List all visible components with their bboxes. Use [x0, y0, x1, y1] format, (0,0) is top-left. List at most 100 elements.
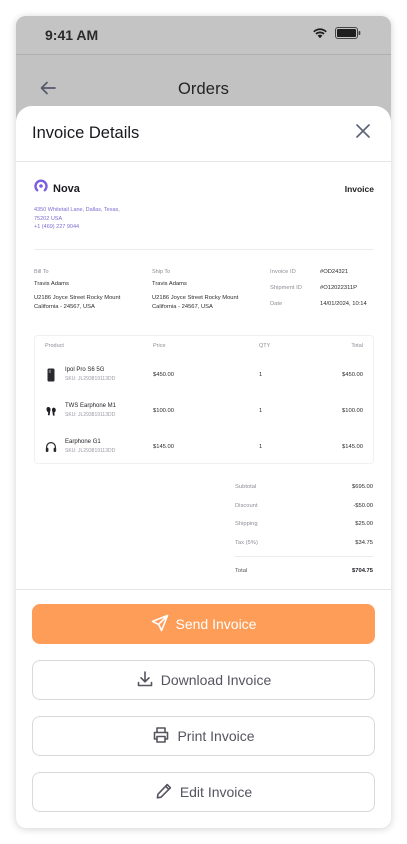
pencil-icon — [155, 782, 173, 803]
shipping-label: Shipping — [235, 521, 258, 528]
shipment-id-label: Shipment ID — [270, 284, 302, 291]
status-icons — [312, 26, 361, 44]
product-qty: 1 — [259, 371, 263, 378]
column-header-total: Total — [351, 343, 363, 349]
wifi-icon — [312, 26, 328, 44]
product-qty: 1 — [259, 443, 263, 450]
ship-to-address-line: California - 24567, USA — [152, 303, 213, 310]
phone-icon — [45, 368, 57, 382]
company-address: 4350 Whitetail Lane, Dallas, Texas, 7520… — [34, 206, 374, 232]
invoice-brand-row: Nova Invoice — [34, 179, 374, 198]
back-button[interactable] — [38, 80, 58, 100]
brand-name: Nova — [53, 182, 80, 195]
print-invoice-button[interactable]: Print Invoice — [32, 716, 375, 756]
column-header-price: Price — [153, 343, 166, 349]
send-invoice-label: Send Invoice — [175, 616, 257, 632]
date-row: Date 14/01/2024, 10:14 — [270, 301, 374, 307]
column-header-product: Product — [45, 343, 64, 349]
subtotal-value: $695.00 — [352, 484, 373, 491]
address-line: 4350 Whitetail Lane, Dallas, Texas, — [34, 207, 120, 213]
ship-to-address-line: U2186 Joyce Street Rocky Mount — [152, 294, 239, 301]
download-invoice-label: Download Invoice — [160, 672, 272, 688]
total-label: Total — [235, 568, 248, 575]
print-invoice-label: Print Invoice — [177, 728, 255, 744]
discount-value: -$50.00 — [353, 502, 373, 509]
send-invoice-button[interactable]: Send Invoice — [32, 604, 375, 644]
sheet-title: Invoice Details — [32, 124, 140, 142]
invoice-details-sheet: Invoice Details Nova Invoice 4350 Whitet… — [16, 106, 391, 828]
invoice-id-row: Invoice ID #OD24321 — [270, 269, 374, 275]
invoice-actions: Send Invoice Download Invoice Print Invo… — [16, 589, 391, 828]
subtotal-label: Subtotal — [235, 484, 257, 491]
table-row: Earphone G1 SKU: JL293819113DD $145.00 1… — [45, 429, 363, 465]
bill-to: Bill To Travis Adams U2186 Joyce Street … — [34, 269, 152, 317]
product-sku: SKU: JL293819113DD — [65, 412, 116, 418]
invoice-id-label: Invoice ID — [270, 268, 296, 275]
tax-label: Tax (5%) — [235, 539, 258, 546]
ship-to-name: Travis Adams — [152, 280, 187, 287]
address-line: 75202 USA — [34, 215, 63, 222]
product-cell: Ipol Pro S6 5G SKU: JL293819113DD — [45, 367, 153, 382]
product-price: $100.00 — [153, 407, 174, 414]
products-table-header: Product Price QTY Total — [45, 336, 363, 357]
product-sku: SKU: JL293819113DD — [65, 448, 116, 454]
tax-value: $34.75 — [355, 539, 373, 546]
close-icon — [355, 123, 371, 144]
product-sku: SKU: JL293819113DD — [65, 376, 116, 382]
arrow-left-icon — [40, 81, 56, 100]
edit-invoice-label: Edit Invoice — [179, 784, 253, 800]
discount-label: Discount — [235, 502, 258, 509]
bill-to-name: Travis Adams — [34, 280, 69, 287]
total-value: $704.75 — [352, 568, 373, 575]
invoice-id-value: #OD24321 — [320, 268, 349, 275]
shipment-id-value: #O12022311P — [320, 284, 357, 291]
product-price: $145.00 — [153, 443, 174, 450]
product-name: Ipol Pro S6 5G — [65, 367, 105, 373]
company-phone: +1 (469) 227 9044 — [34, 224, 80, 230]
close-button[interactable] — [352, 123, 374, 145]
download-invoice-button[interactable]: Download Invoice — [32, 660, 375, 700]
tax-row: Tax (5%) $34.75 — [235, 534, 373, 553]
invoice-summary: Subtotal $695.00 Discount -$50.00 Shippi… — [235, 478, 373, 581]
battery-icon — [335, 26, 361, 44]
divider — [235, 556, 373, 557]
product-name: TWS Earphone M1 — [65, 403, 117, 409]
table-row: Ipol Pro S6 5G SKU: JL293819113DD $450.0… — [45, 357, 363, 393]
page-title: Orders — [177, 79, 230, 98]
column-header-qty: QTY — [259, 343, 271, 349]
sheet-header: Invoice Details — [16, 106, 391, 162]
discount-row: Discount -$50.00 — [235, 497, 373, 516]
download-icon — [136, 670, 154, 691]
shipping-row: Shipping $25.00 — [235, 515, 373, 534]
headphones-icon — [45, 441, 57, 453]
brand: Nova — [34, 179, 80, 198]
ship-to: Ship To Travis Adams U2186 Joyce Street … — [152, 269, 270, 317]
bill-to-address-line: U2186 Joyce Street Rocky Mount — [34, 294, 121, 301]
product-total: $450.00 — [342, 371, 363, 378]
product-total: $145.00 — [342, 443, 363, 450]
invoice-meta: Bill To Travis Adams U2186 Joyce Street … — [34, 269, 374, 317]
product-price: $450.00 — [153, 371, 174, 378]
status-time: 9:41 AM — [45, 27, 99, 43]
shipment-id-row: Shipment ID #O12022311P — [270, 285, 374, 291]
earbuds-icon — [45, 405, 57, 417]
edit-invoice-button[interactable]: Edit Invoice — [32, 772, 375, 812]
product-total: $100.00 — [342, 407, 363, 414]
phone-screen: 9:41 AM Orders Invoice Details Nova Invo… — [16, 16, 391, 828]
date-label: Date — [270, 300, 283, 307]
invoice-doc-label: Invoice — [344, 183, 374, 194]
ship-to-label: Ship To — [152, 268, 171, 275]
shipping-value: $25.00 — [355, 521, 373, 528]
invoice-preview: Nova Invoice 4350 Whitetail Lane, Dallas… — [16, 163, 391, 589]
date-value: 14/01/2024, 10:14 — [320, 300, 367, 307]
status-bar: 9:41 AM — [16, 16, 391, 54]
bill-to-address-line: California - 24567, USA — [34, 303, 95, 310]
product-cell: TWS Earphone M1 SKU: JL293819113DD — [45, 403, 153, 418]
product-name: Earphone G1 — [65, 439, 101, 445]
divider — [34, 248, 374, 250]
products-table: Product Price QTY Total Ipol Pro S6 5G S… — [34, 334, 374, 465]
product-cell: Earphone G1 SKU: JL293819113DD — [45, 439, 153, 454]
bill-to-label: Bill To — [34, 268, 49, 275]
printer-icon — [152, 726, 170, 747]
brand-logo-icon — [34, 179, 48, 198]
